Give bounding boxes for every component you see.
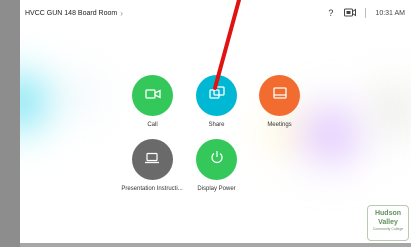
red-pointer-annotation <box>213 0 241 90</box>
